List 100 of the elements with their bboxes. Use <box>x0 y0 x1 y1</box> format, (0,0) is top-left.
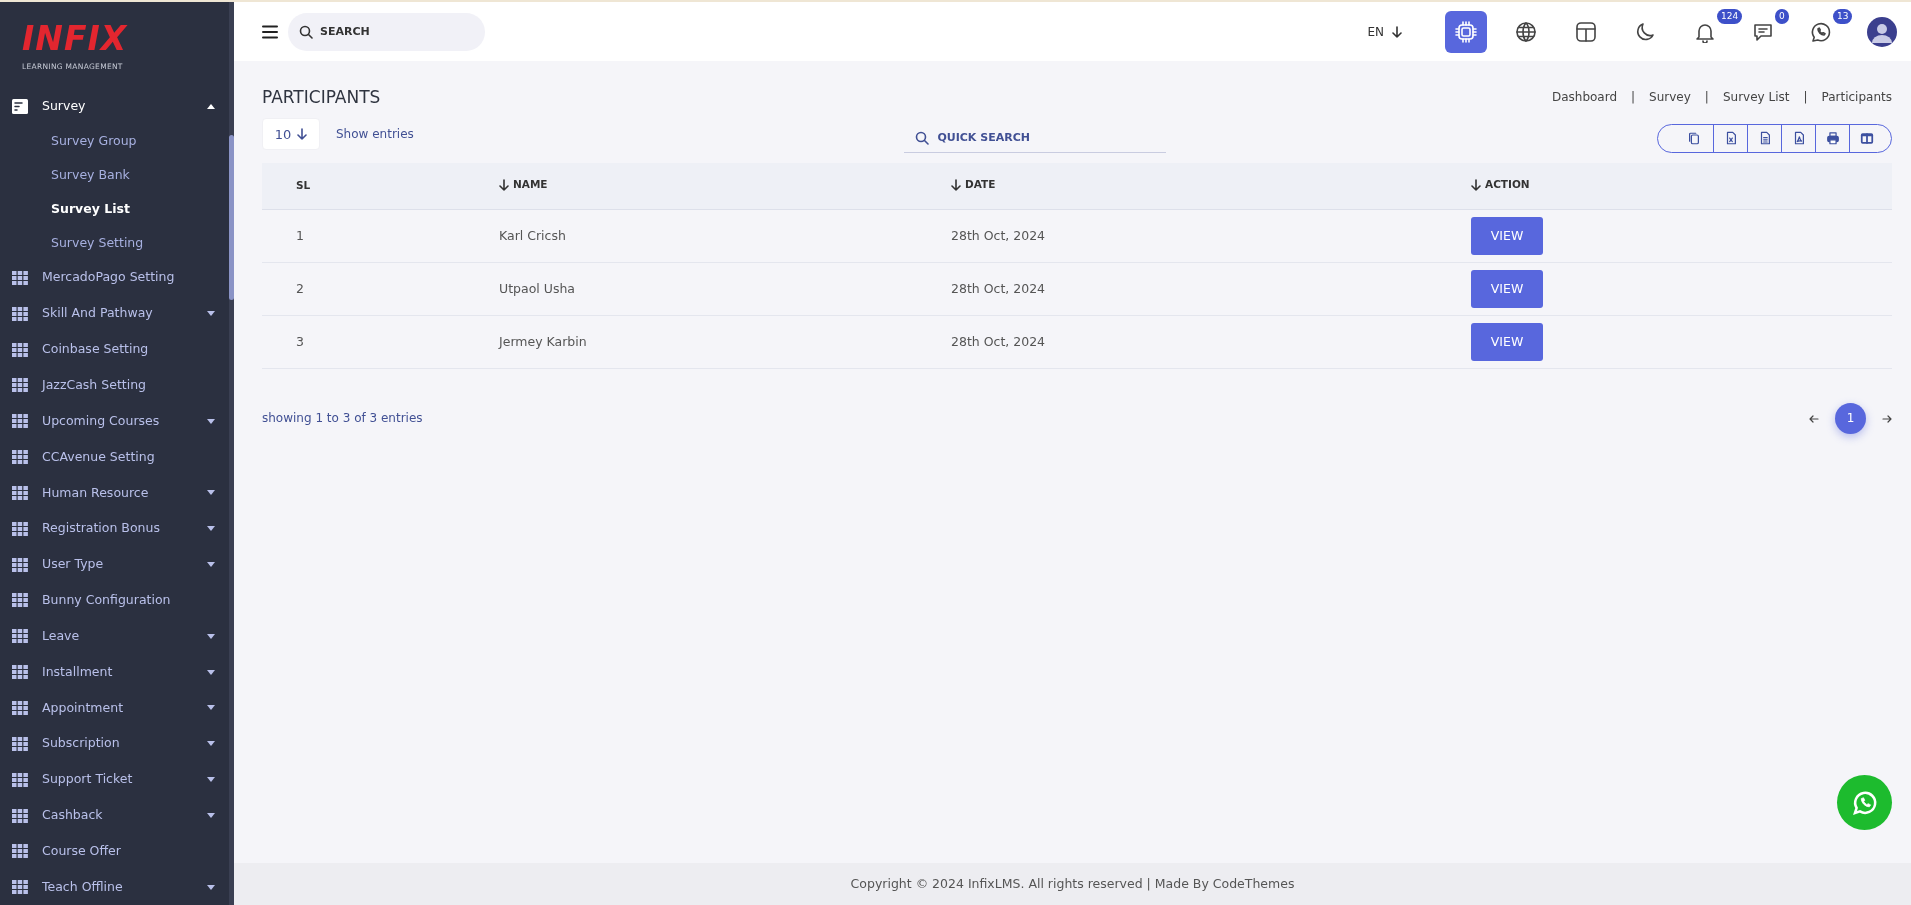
sidebar-subitem[interactable]: Survey List <box>0 192 229 227</box>
quick-search-field[interactable]: QUICK SEARCH <box>904 123 1167 154</box>
sidebar-item[interactable]: Cashback <box>0 797 229 834</box>
view-button[interactable]: VIEW <box>1471 216 1543 255</box>
arrow-left-icon <box>1809 413 1819 424</box>
count-badge: 13 <box>1833 8 1853 24</box>
page-title: PARTICIPANTS <box>262 87 381 108</box>
entries-info: showing 1 to 3 of 3 entries <box>262 410 423 428</box>
grid-icon <box>12 306 28 321</box>
breadcrumb-separator: | <box>1631 89 1636 107</box>
table-cell: 3 <box>296 333 304 349</box>
arrow-down-icon <box>1471 178 1481 191</box>
show-entries-label: Show entries <box>336 126 414 144</box>
globe-icon <box>1515 20 1537 43</box>
count-badge: 124 <box>1717 8 1743 24</box>
column-header[interactable]: SL <box>296 178 311 194</box>
grid-icon <box>12 772 28 787</box>
sidebar-subitem[interactable]: Survey Setting <box>0 226 229 260</box>
grid-icon <box>12 485 28 500</box>
search-icon <box>915 131 930 146</box>
layout-icon <box>1575 20 1597 43</box>
breadcrumb-link[interactable]: Participants <box>1821 88 1892 107</box>
arrow-down-icon <box>297 128 308 141</box>
sidebar-item[interactable]: Human Resource <box>0 475 229 511</box>
arrow-right-icon <box>1882 413 1892 424</box>
scrollbar-thumb[interactable] <box>229 135 234 300</box>
breadcrumb-link[interactable]: Survey <box>1649 88 1691 107</box>
sidebar-item[interactable]: Survey <box>0 88 229 125</box>
page-button[interactable]: 1 <box>1835 402 1866 434</box>
sidebar-item[interactable]: Registration Bonus <box>0 510 229 547</box>
sidebar-item[interactable]: Appointment <box>0 690 229 726</box>
ai-button[interactable] <box>1445 10 1487 53</box>
grid-icon <box>12 808 28 823</box>
document-icon <box>12 99 28 115</box>
copy-icon <box>1687 130 1701 146</box>
arrow-down-icon <box>951 178 961 191</box>
view-button[interactable]: VIEW <box>1471 269 1543 308</box>
table-cell: Utpaol Usha <box>499 280 575 296</box>
sidebar-item[interactable]: Course Offer <box>0 833 229 870</box>
grid-icon <box>12 736 28 751</box>
arrow-down-icon <box>1392 25 1402 38</box>
count-badge: 0 <box>1775 8 1789 24</box>
table-cell: Karl Cricsh <box>499 227 566 243</box>
search-field[interactable]: SEARCH <box>288 12 485 51</box>
language-dropdown[interactable]: EN <box>1358 17 1411 46</box>
copyright-text: Copyright © 2024 InfixLMS. All rights reserved | Made By CodeThemes <box>234 863 1911 905</box>
phone-chat-icon <box>1810 20 1832 43</box>
sidebar-item[interactable]: Bunny Configuration <box>0 582 229 619</box>
menu-icon <box>262 24 278 39</box>
grid-icon <box>12 521 28 536</box>
breadcrumb-link[interactable]: Dashboard <box>1551 88 1618 107</box>
whatsapp-chat-button[interactable] <box>1837 775 1892 830</box>
sidebar-item[interactable]: Teach Offline <box>0 869 229 905</box>
table-cell: 28th Oct, 2024 <box>951 333 1046 349</box>
column-header[interactable]: NAME <box>499 176 548 193</box>
table-cell: 28th Oct, 2024 <box>951 280 1046 296</box>
page-size-select[interactable]: 10 <box>262 118 320 151</box>
sidebar-item[interactable]: Skill And Pathway <box>0 295 229 332</box>
grid-icon <box>12 450 28 465</box>
moon-icon <box>1635 20 1657 43</box>
column-header[interactable]: DATE <box>951 176 996 193</box>
grid-icon <box>12 342 28 357</box>
grid-icon <box>12 700 28 715</box>
arrow-down-icon <box>499 178 509 191</box>
sidebar-item[interactable]: User Type <box>0 546 229 583</box>
grid-icon <box>12 629 28 644</box>
grid-icon <box>12 414 28 429</box>
scrollbar[interactable] <box>229 2 234 905</box>
breadcrumb-link[interactable]: Survey List <box>1722 88 1790 107</box>
sidebar-item[interactable]: Coinbase Setting <box>0 331 229 368</box>
table-cell: 28th Oct, 2024 <box>951 227 1046 243</box>
columns-icon <box>1860 130 1874 146</box>
logo-title: INFIX <box>22 22 128 56</box>
chip-icon <box>1454 19 1478 44</box>
grid-icon <box>12 880 28 895</box>
sidebar-item[interactable]: Upcoming Courses <box>0 403 229 440</box>
sidebar-subitem[interactable]: Survey Group <box>0 124 229 159</box>
sidebar-item[interactable]: CCAvenue Setting <box>0 439 229 475</box>
search-icon <box>299 24 313 39</box>
sidebar-item[interactable]: Leave <box>0 618 229 655</box>
grid-icon <box>12 665 28 680</box>
breadcrumb-separator: | <box>1803 89 1808 107</box>
grid-icon <box>12 844 28 859</box>
sidebar-item[interactable]: Support Ticket <box>0 761 229 798</box>
sidebar-item[interactable]: Subscription <box>0 725 229 762</box>
grid-icon <box>12 557 28 572</box>
breadcrumb-separator: | <box>1704 89 1709 107</box>
view-button[interactable]: VIEW <box>1471 322 1543 361</box>
table-cell: Jermey Karbin <box>499 333 587 349</box>
sidebar-item[interactable]: JazzCash Setting <box>0 367 229 404</box>
grid-icon <box>12 270 28 285</box>
grid-icon <box>12 593 28 608</box>
avatar[interactable] <box>1867 16 1897 47</box>
sidebar-item[interactable]: MercadoPago Setting <box>0 259 229 296</box>
table-cell: 2 <box>296 280 304 296</box>
sidebar-subitem[interactable]: Survey Bank <box>0 158 229 193</box>
column-header[interactable]: ACTION <box>1471 176 1530 193</box>
grid-icon <box>12 378 28 393</box>
sidebar-item[interactable]: Installment <box>0 654 229 691</box>
table-cell: 1 <box>296 227 304 243</box>
